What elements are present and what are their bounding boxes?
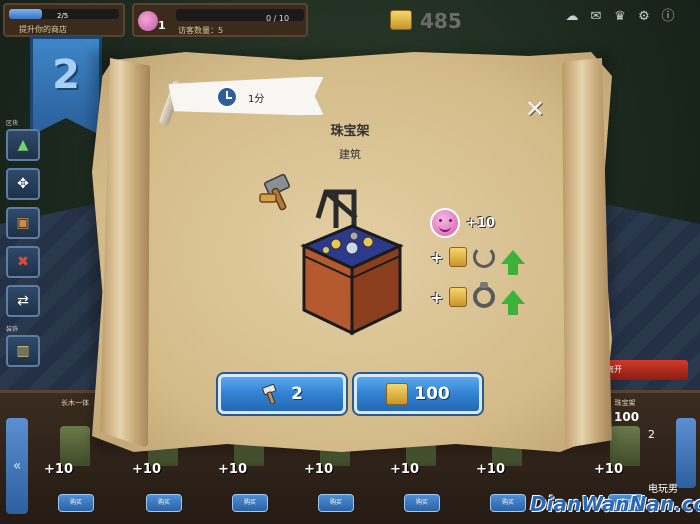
ring-bonus-row: +: [430, 282, 526, 315]
plus-icon: +: [430, 287, 444, 307]
close-button[interactable]: ✕: [522, 96, 548, 122]
population-label: 访客数量：5: [178, 26, 224, 35]
shop-item-bonus: +10: [594, 462, 623, 477]
watermark-sub: 电玩男: [648, 484, 678, 495]
watermark: DianWanNan.com: [530, 492, 700, 516]
shop-item-buy-button[interactable]: 购买: [404, 494, 440, 512]
toolbar-bottom-label: 装饰: [6, 326, 19, 333]
bottom-price: 100: [614, 410, 640, 424]
shop-item-buy-button[interactable]: 购买: [318, 494, 354, 512]
shelf-icon: ▥: [16, 343, 30, 359]
item-category: 建筑: [339, 148, 361, 161]
population-count: 1: [158, 19, 166, 32]
scroll-left-button[interactable]: «: [6, 418, 28, 514]
plus-icon: +: [430, 247, 444, 267]
population-bar: 0 / 10: [176, 9, 304, 23]
shop-item-bonus: +10: [476, 462, 505, 477]
upgrade-button[interactable]: ▲: [6, 129, 40, 161]
up-arrow-icon: [501, 250, 526, 275]
crate-icon: ▣: [16, 215, 30, 231]
ring-icon: [473, 282, 496, 308]
move-icon: ✥: [17, 176, 29, 192]
xp-progress-fill: [9, 9, 42, 19]
population-value: 0 / 10: [266, 14, 290, 23]
necklace-icon: [473, 246, 496, 268]
build-cost: 2: [291, 384, 303, 404]
shop-item-buy-button[interactable]: 购买: [58, 494, 94, 512]
delete-icon: ✖: [17, 254, 29, 270]
scroll-right-button[interactable]: [676, 418, 696, 488]
left-toolbar: 区块 ▲ ✥ ▣ ✖ ⇄ 装饰 ▥: [6, 118, 42, 374]
gold-icon: [449, 247, 468, 267]
gold-icon: [449, 287, 468, 307]
shop-item-image: [60, 426, 90, 466]
shop-item-buy-button[interactable]: 购买: [232, 494, 268, 512]
item-title: 珠宝架: [330, 124, 370, 139]
double-chevron-left-icon: «: [12, 458, 22, 474]
trophy-icon[interactable]: ♛: [611, 8, 629, 26]
gold-value: 485: [420, 9, 462, 33]
shop-item-bonus: +10: [390, 462, 419, 477]
store-button[interactable]: ▣: [6, 207, 40, 239]
info-icon[interactable]: ⓘ: [659, 8, 677, 26]
top-icon-bar: ☁ ✉ ♛ ⚙ ⓘ: [563, 8, 677, 26]
xp-progress-bar: 2/5: [9, 9, 119, 20]
game-scene: 2/5 提升你的商店 1 0 / 10 访客数量：5 485 ☁ ✉ ♛ ⚙ ⓘ…: [0, 0, 700, 524]
gold-icon: [390, 10, 412, 30]
population-panel[interactable]: 1 0 / 10 访客数量：5: [132, 3, 308, 37]
build-with-tools-button[interactable]: 2: [218, 374, 346, 414]
clock-icon: [216, 86, 238, 108]
gold-icon: [386, 383, 409, 405]
gear-icon[interactable]: ⚙: [635, 8, 653, 26]
happiness-icon: [430, 208, 460, 238]
top-hud: 2/5 提升你的商店 1 0 / 10 访客数量：5 485 ☁ ✉ ♛ ⚙ ⓘ: [0, 0, 700, 37]
shop-item-buy-button[interactable]: 购买: [490, 494, 526, 512]
shop-item-buy-button[interactable]: 购买: [146, 494, 182, 512]
shop-item-image: [610, 426, 640, 466]
shop-item-bonus: +10: [44, 462, 73, 477]
necklace-bonus-row: +: [430, 246, 526, 275]
xp-panel[interactable]: 2/5 提升你的商店: [3, 3, 125, 37]
rotate-button[interactable]: ⇄: [6, 285, 40, 317]
mail-icon[interactable]: ✉: [587, 8, 605, 26]
shop-item-bonus: +10: [132, 462, 161, 477]
happiness-value: +10: [466, 215, 495, 231]
xp-value: 2/5: [57, 12, 69, 20]
rotate-icon: ⇄: [17, 293, 29, 309]
buy-with-gold-button[interactable]: 100: [354, 374, 482, 414]
gold-cost: 100: [414, 384, 450, 404]
up-arrow-icon: [501, 290, 526, 315]
cloud-icon[interactable]: ☁: [563, 8, 581, 26]
build-time: 1分: [248, 94, 265, 105]
move-button[interactable]: ✥: [6, 168, 40, 200]
bottom-price-sub: 2: [648, 428, 655, 441]
jewelry-rack-image: [300, 189, 404, 336]
happiness-stat: +10: [430, 208, 495, 238]
decoration-button[interactable]: ▥: [6, 335, 40, 367]
up-arrow-icon: ▲: [17, 137, 29, 153]
xp-label: 提升你的商店: [19, 25, 67, 34]
delete-button[interactable]: ✖: [6, 246, 40, 278]
shop-item-bonus: +10: [218, 462, 247, 477]
gold-panel: 485: [390, 8, 480, 34]
toolbar-top-label: 区块: [6, 120, 19, 127]
hammer-icon: [262, 384, 277, 404]
shop-item-bonus: +10: [304, 462, 333, 477]
visitor-icon: [138, 11, 158, 31]
